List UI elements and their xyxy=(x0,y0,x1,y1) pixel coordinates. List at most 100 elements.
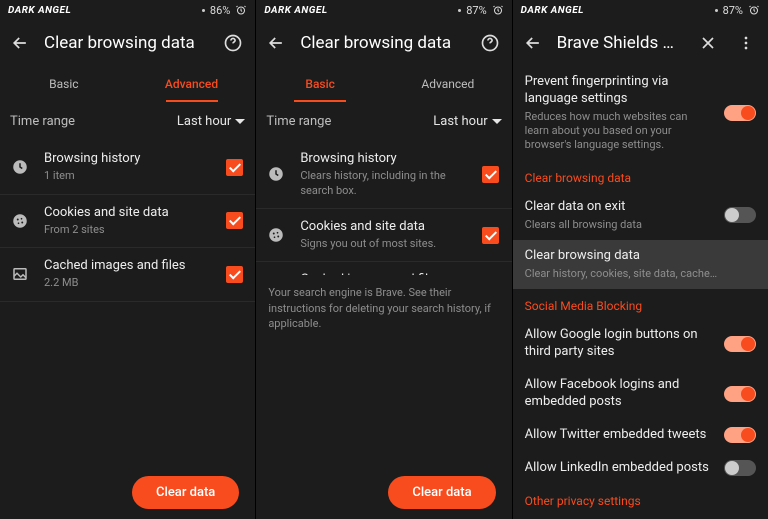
row-passwords[interactable]: Saved passwordsNone xyxy=(0,302,255,309)
brand-label: DARK ANGEL xyxy=(264,5,327,16)
row-label: Cached images and files xyxy=(44,258,211,274)
tab-advanced[interactable]: Advanced xyxy=(128,66,256,102)
toggle[interactable] xyxy=(724,105,756,121)
back-arrow-icon[interactable] xyxy=(519,29,547,57)
alarm-icon xyxy=(748,4,760,16)
toggle[interactable] xyxy=(724,336,756,352)
row-label: Allow Facebook logins and embedded posts xyxy=(525,377,712,411)
header: Clear browsing data xyxy=(256,20,511,66)
row-label: Clear browsing data xyxy=(525,248,756,265)
brand-label: DARK ANGEL xyxy=(521,5,584,16)
status-bar: DARK ANGEL 86% xyxy=(0,0,255,20)
row-sub: From 2 sites xyxy=(44,223,211,237)
time-range-value: Last hour xyxy=(433,114,487,129)
clock-icon xyxy=(8,158,32,176)
time-range-value: Last hour xyxy=(177,114,231,129)
toggle[interactable] xyxy=(724,460,756,476)
row-allow-twitter[interactable]: Allow Twitter embedded tweets xyxy=(513,419,768,452)
tab-basic[interactable]: Basic xyxy=(256,66,384,102)
row-sub: Clears history, including in the search … xyxy=(300,169,467,198)
screen-shields-privacy: DARK ANGEL 87% Brave Shields & priva… Pr… xyxy=(512,0,768,519)
time-range-row[interactable]: Time range Last hour xyxy=(0,102,255,141)
chevron-down-icon xyxy=(235,119,245,124)
row-sub: Clear history, cookies, site data, cache… xyxy=(525,267,756,281)
settings-list: Prevent fingerprinting via language sett… xyxy=(513,66,768,519)
row-label: Allow LinkedIn embedded posts xyxy=(525,460,712,477)
signal-dot-icon xyxy=(458,9,461,12)
tab-basic[interactable]: Basic xyxy=(0,66,128,102)
cookie-icon xyxy=(264,226,288,244)
row-label: Allow Twitter embedded tweets xyxy=(525,427,712,444)
screen-clear-data-basic: DARK ANGEL 87% Clear browsing data Basic… xyxy=(255,0,511,519)
image-icon xyxy=(8,265,32,283)
row-label: Clear data on exit xyxy=(525,199,712,216)
signal-dot-icon xyxy=(202,9,205,12)
screen-clear-data-advanced: DARK ANGEL 86% Clear browsing data Basic… xyxy=(0,0,255,519)
row-sub: 1 item xyxy=(44,169,211,183)
row-clear-browsing-data[interactable]: Clear browsing data Clear history, cooki… xyxy=(513,240,768,289)
row-sub: Reduces how much websites can learn abou… xyxy=(525,110,712,153)
time-range-row[interactable]: Time range Last hour xyxy=(256,102,511,141)
time-range-label: Time range xyxy=(266,114,331,129)
help-icon[interactable] xyxy=(476,29,504,57)
toggle[interactable] xyxy=(724,427,756,443)
tabs: Basic Advanced xyxy=(256,66,511,102)
row-label: Allow Google login buttons on third part… xyxy=(525,327,712,361)
chevron-down-icon xyxy=(492,119,502,124)
row-label: Cookies and site data xyxy=(44,205,211,221)
row-cookies[interactable]: Cookies and site data From 2 sites xyxy=(0,195,255,249)
row-prevent-fingerprinting[interactable]: Prevent fingerprinting via language sett… xyxy=(513,66,768,161)
row-label: Cookies and site data xyxy=(300,219,467,235)
battery-percent: 86% xyxy=(210,4,230,17)
more-vert-icon[interactable] xyxy=(732,29,760,57)
row-label: Prevent fingerprinting via language sett… xyxy=(525,74,712,108)
battery-percent: 87% xyxy=(723,4,743,17)
checkbox[interactable] xyxy=(482,166,499,183)
header: Clear browsing data xyxy=(0,20,255,66)
row-sub: Clears all browsing data xyxy=(525,218,712,232)
search-engine-note: Your search engine is Brave. See their i… xyxy=(256,275,511,341)
back-arrow-icon[interactable] xyxy=(262,29,290,57)
section-social-media-blocking: Social Media Blocking xyxy=(513,289,768,319)
time-range-label: Time range xyxy=(10,114,75,129)
row-cookies[interactable]: Cookies and site data Signs you out of mo… xyxy=(256,209,511,263)
checkbox[interactable] xyxy=(226,159,243,176)
checkbox[interactable] xyxy=(226,212,243,229)
alarm-icon xyxy=(492,4,504,16)
page-title: Clear browsing data xyxy=(300,33,465,53)
data-type-list: Browsing history Clears history, includin… xyxy=(256,141,511,275)
help-icon[interactable] xyxy=(219,29,247,57)
header: Brave Shields & priva… xyxy=(513,20,768,66)
status-bar: DARK ANGEL 87% xyxy=(513,0,768,20)
toggle[interactable] xyxy=(724,386,756,402)
battery-percent: 87% xyxy=(466,4,486,17)
tabs: Basic Advanced xyxy=(0,66,255,102)
clear-data-button[interactable]: Clear data xyxy=(388,476,495,509)
page-title: Brave Shields & priva… xyxy=(557,33,684,53)
section-other-privacy: Other privacy settings xyxy=(513,484,768,514)
action-bar: Clear data xyxy=(256,476,511,519)
toggle[interactable] xyxy=(724,207,756,223)
row-clear-on-exit[interactable]: Clear data on exit Clears all browsing d… xyxy=(513,191,768,240)
row-sub: 2.2 MB xyxy=(44,276,211,290)
row-allow-facebook[interactable]: Allow Facebook logins and embedded posts xyxy=(513,369,768,419)
row-browsing-history[interactable]: Browsing history Clears history, includin… xyxy=(256,141,511,209)
row-cache[interactable]: Cached images and files 2.2 MB xyxy=(0,248,255,302)
row-allow-google[interactable]: Allow Google login buttons on third part… xyxy=(513,319,768,369)
row-cache[interactable]: Cached images and filesFrees up 2.2 MB. … xyxy=(256,262,511,275)
row-label: Browsing history xyxy=(44,151,211,167)
row-sub: Signs you out of most sites. xyxy=(300,237,467,251)
data-type-list: Browsing history 1 item Cookies and site … xyxy=(0,141,255,309)
status-bar: DARK ANGEL 87% xyxy=(256,0,511,20)
tab-advanced[interactable]: Advanced xyxy=(384,66,512,102)
row-label: Browsing history xyxy=(300,151,467,167)
clear-data-button[interactable]: Clear data xyxy=(132,476,239,509)
row-browsing-history[interactable]: Browsing history 1 item xyxy=(0,141,255,195)
close-icon[interactable] xyxy=(694,29,722,57)
back-arrow-icon[interactable] xyxy=(6,29,34,57)
clock-icon xyxy=(264,165,288,183)
row-allow-linkedin[interactable]: Allow LinkedIn embedded posts xyxy=(513,452,768,485)
checkbox[interactable] xyxy=(226,266,243,283)
section-clear-browsing-data: Clear browsing data xyxy=(513,161,768,191)
checkbox[interactable] xyxy=(482,227,499,244)
